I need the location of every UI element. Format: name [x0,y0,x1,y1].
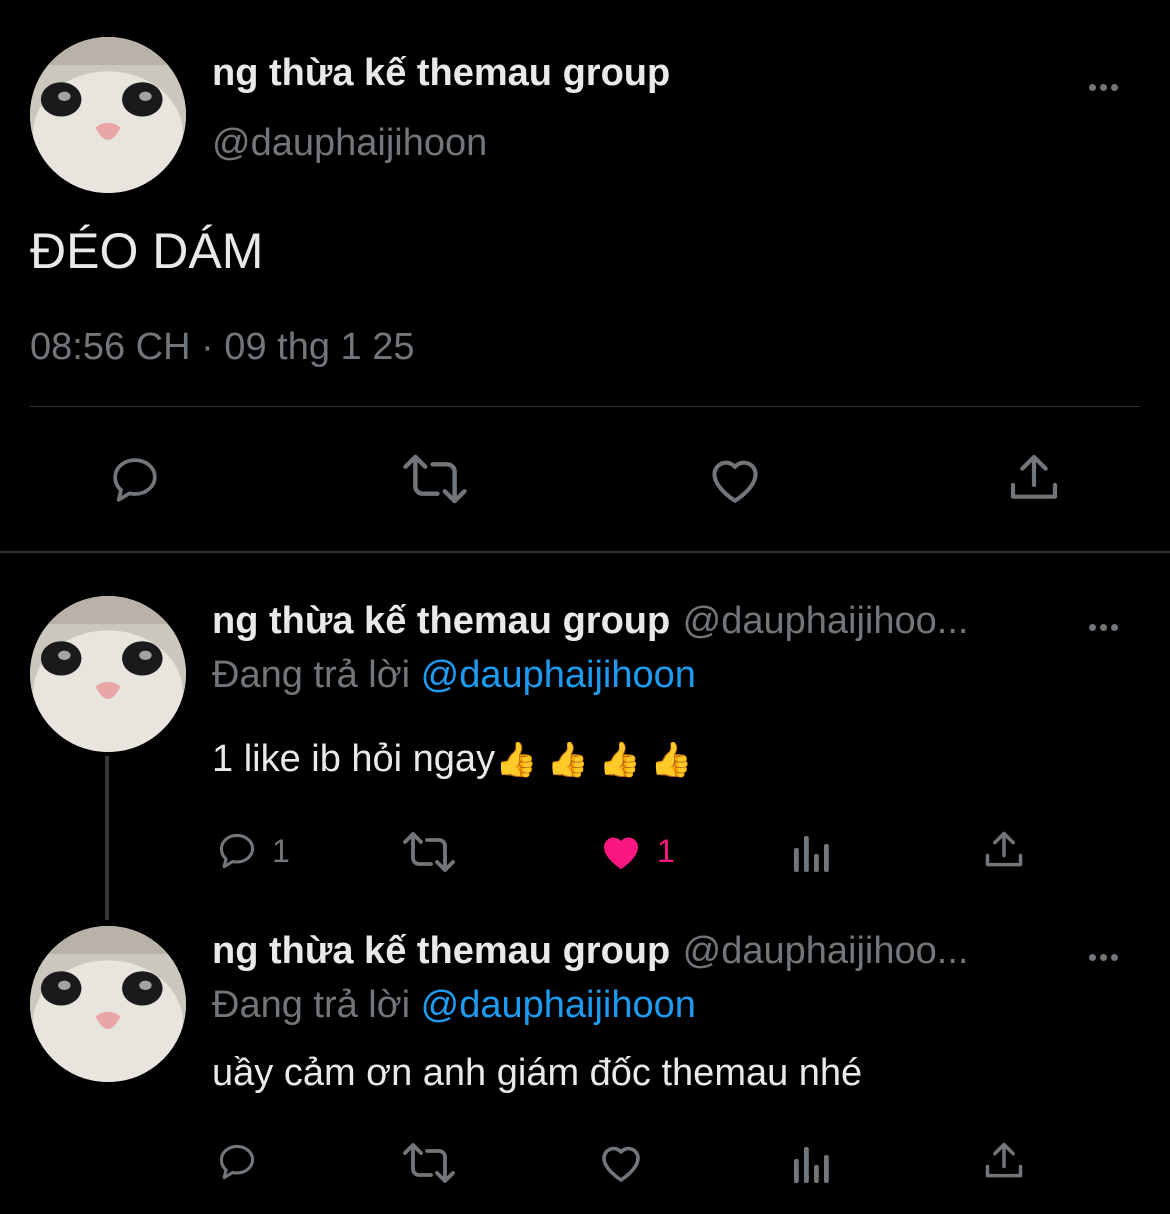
reply-mention-link[interactable]: @dauphaijihoon [421,654,696,696]
tweet-text: 1 like ib hỏi ngay👍 👍 👍 👍 [212,738,693,781]
like-button[interactable] [597,1140,645,1184]
cat-avatar-image [30,596,186,752]
replying-to-label: Đang trả lời [212,984,411,1026]
tweet-text-content: 1 like ib hỏi ngay [212,738,496,780]
views-button[interactable] [792,1143,832,1183]
like-icon [712,460,758,503]
cat-avatar-image [30,926,186,1082]
like-count: 1 [657,832,675,869]
liked-heart-icon [604,837,638,869]
retweet-icon [403,832,455,872]
share-button[interactable] [1006,452,1062,504]
reply-icon [219,1144,255,1180]
retweet-button[interactable] [400,452,470,506]
tweet-text: uầy cảm ơn anh giám đốc themau nhé [212,1052,863,1094]
avatar[interactable] [30,926,186,1082]
avatar[interactable] [30,596,186,752]
thumbs-up-emoji: 👍 👍 👍 👍 [495,741,693,779]
like-button[interactable]: 1 [597,829,675,873]
share-icon [1010,454,1058,499]
reply-button[interactable]: 1 [214,829,290,873]
reply-button[interactable] [106,452,164,508]
user-handle[interactable]: @dauphaijihoo... [683,600,969,642]
reply-icon [113,458,157,502]
reply-header: ng thừa kế themau group @dauphaijihoo... [212,930,968,973]
replying-to: Đang trả lời @dauphaijihoon [212,654,696,697]
user-handle[interactable]: @dauphaijihoo... [683,930,969,972]
reply-header: ng thừa kế themau group @dauphaijihoo... [212,600,968,643]
share-icon [985,831,1023,867]
replying-to: Đang trả lời @dauphaijihoon [212,984,696,1027]
avatar[interactable] [30,37,186,193]
thread-line [105,756,109,920]
retweet-icon [403,1143,455,1183]
section-divider [0,551,1170,553]
divider [30,406,1140,407]
tweet-text: ĐÉO DÁM [30,223,264,279]
more-options-icon[interactable] [1087,948,1120,966]
like-icon [602,1146,640,1182]
views-button[interactable] [792,832,832,872]
reply-mention-link[interactable]: @dauphaijihoon [421,984,696,1026]
like-button[interactable] [706,452,764,506]
reply-button[interactable] [214,1140,260,1184]
more-options-icon[interactable] [1087,78,1120,96]
retweet-button[interactable] [400,1141,458,1185]
reply-icon [219,833,255,869]
share-icon [985,1142,1023,1178]
views-icon [794,836,829,872]
display-name[interactable]: ng thừa kế themau group [212,930,670,972]
more-options-icon[interactable] [1087,618,1120,636]
retweet-button[interactable] [400,830,458,874]
reply-count: 1 [272,832,290,869]
share-button[interactable] [982,1140,1026,1182]
views-icon [794,1147,829,1183]
retweet-icon [403,454,467,504]
user-handle[interactable]: @dauphaijihoon [212,122,487,165]
display-name[interactable]: ng thừa kế themau group [212,52,670,95]
cat-avatar-image [30,37,186,193]
share-button[interactable] [982,829,1026,871]
tweet-timestamp[interactable]: 08:56 CH · 09 thg 1 25 [30,326,414,369]
display-name[interactable]: ng thừa kế themau group [212,600,670,642]
replying-to-label: Đang trả lời [212,654,411,696]
